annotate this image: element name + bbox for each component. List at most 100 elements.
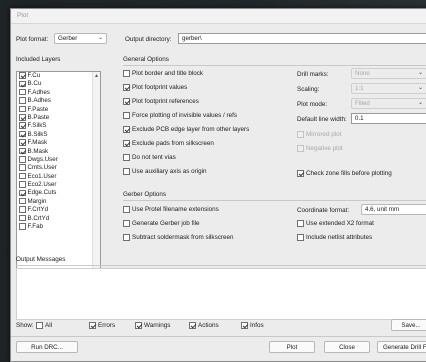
drill-marks-select[interactable]: None ⌄ [351, 68, 426, 79]
opt-protel-ext[interactable]: Use Protel filename extensions [123, 205, 219, 214]
filter-actions[interactable]: Actions [189, 321, 219, 330]
layer-label: Eco1.User [27, 172, 57, 180]
checkbox[interactable] [123, 125, 130, 133]
checkbox[interactable] [297, 169, 304, 177]
checkbox[interactable] [123, 83, 130, 91]
scroll-up-icon[interactable]: ▲ [94, 73, 99, 79]
checkbox[interactable] [123, 233, 130, 241]
opt-aux-axis[interactable]: Use auxiliary axis as origin [123, 167, 207, 176]
opt-gerber-job[interactable]: Generate Gerber job file [123, 219, 200, 228]
layer-checkbox[interactable] [19, 223, 26, 230]
checkbox[interactable] [36, 321, 43, 329]
checkbox[interactable] [123, 205, 130, 213]
layer-checkbox[interactable] [19, 147, 26, 155]
checkbox[interactable] [123, 111, 130, 119]
checkbox[interactable] [297, 130, 304, 138]
layer-item[interactable]: F.CrtYd [17, 206, 100, 214]
coord-format-label: Coordinate format: [297, 207, 350, 214]
layer-item[interactable]: B.Cu [17, 80, 100, 88]
checkbox[interactable] [123, 139, 130, 147]
layer-checkbox[interactable] [19, 122, 26, 129]
layer-checkbox[interactable] [19, 130, 26, 138]
checkbox[interactable] [123, 153, 130, 161]
checkbox[interactable] [135, 321, 142, 329]
layer-checkbox[interactable] [19, 88, 26, 96]
checkbox[interactable] [241, 321, 248, 329]
line-width-input[interactable]: 0.1 [351, 113, 426, 124]
checkbox[interactable] [123, 69, 130, 77]
layer-item[interactable]: B.Mask [17, 148, 100, 156]
opt-footprint-values[interactable]: Plot footprint values [123, 83, 187, 92]
checkbox[interactable] [123, 167, 130, 175]
layer-checkbox[interactable] [19, 181, 26, 188]
filter-infos[interactable]: Infos [241, 321, 264, 330]
layer-checkbox[interactable] [19, 72, 26, 79]
layer-label: F.Fab [27, 223, 43, 231]
output-directory-input[interactable]: gerber\ [178, 33, 426, 44]
opt-exclude-edge[interactable]: Exclude PCB edge layer from other layers [123, 125, 249, 134]
layer-item[interactable]: B.CrtYd [17, 215, 100, 223]
layer-item[interactable]: F.SilkS [17, 122, 100, 130]
line-width-label: Default line width: [297, 116, 347, 123]
layer-item[interactable]: F.Cu [17, 72, 100, 80]
layer-item[interactable]: B.SilkS [17, 131, 100, 139]
output-messages-area[interactable] [16, 268, 426, 320]
layer-checkbox[interactable] [19, 164, 26, 171]
plot-button[interactable]: Plot [269, 341, 315, 353]
layer-checkbox[interactable] [19, 139, 26, 146]
layer-item[interactable]: Eco1.User [17, 173, 100, 181]
opt-negative[interactable]: Negative plot [297, 144, 343, 153]
layer-checkbox[interactable] [19, 80, 26, 87]
checkbox[interactable] [297, 219, 304, 227]
layer-item[interactable]: F.Paste [17, 106, 100, 114]
coord-format-select[interactable]: 4.6, unit mm⌄ [361, 204, 426, 215]
opt-subtract-mask[interactable]: Subtract soldermask from silkscreen [123, 233, 233, 242]
checkbox[interactable] [297, 144, 304, 152]
layer-checkbox[interactable] [19, 156, 26, 163]
layers-listbox[interactable]: F.Cu B.Cu F.Adhes B.Adhes F.Paste B.Paste F.Si… [16, 71, 101, 282]
checkbox[interactable] [89, 321, 96, 329]
layer-item[interactable]: B.Paste [17, 114, 100, 122]
opt-exclude-pads[interactable]: Exclude pads from silkscreen [123, 139, 214, 148]
layer-item[interactable]: F.Mask [17, 139, 100, 147]
checkbox[interactable] [123, 97, 130, 105]
filter-errors[interactable]: Errors [89, 321, 115, 330]
generate-drill-files-button[interactable]: Generate Drill Files... [377, 341, 426, 353]
opt-extended-x2[interactable]: Use extended X2 format [297, 219, 374, 228]
checkbox[interactable] [123, 219, 130, 227]
close-button[interactable]: Close [324, 341, 370, 353]
opt-mirrored[interactable]: Mirrored plot [297, 130, 341, 139]
layer-checkbox[interactable] [19, 206, 26, 213]
layer-checkbox[interactable] [19, 105, 26, 113]
run-drc-button[interactable]: Run DRC... [16, 341, 78, 353]
layer-item[interactable]: Eco2.User [17, 181, 100, 189]
layer-item[interactable]: Margin [17, 198, 100, 206]
opt-do-not-tent[interactable]: Do not tent vias [123, 153, 176, 162]
layer-checkbox[interactable] [19, 114, 26, 121]
filter-all[interactable]: All [36, 321, 52, 330]
opt-force-invisible[interactable]: Force plotting of invisible values / ref… [123, 111, 237, 120]
scaling-select[interactable]: 1:1 ⌄ [351, 83, 426, 94]
filter-warnings[interactable]: Warnings [135, 321, 170, 330]
opt-check-zone-fills[interactable]: Check zone fills before plotting [297, 169, 392, 178]
opt-plot-border[interactable]: Plot border and title block [123, 69, 203, 78]
layer-checkbox[interactable] [19, 189, 26, 197]
layer-item[interactable]: F.Fab [17, 223, 100, 231]
layers-scrollbar[interactable]: ▲ ▼ [92, 72, 100, 281]
layer-checkbox[interactable] [19, 197, 26, 205]
plot-mode-select[interactable]: Filled ⌄ [351, 98, 426, 109]
layer-item[interactable]: B.Adhes [17, 97, 100, 105]
layer-item[interactable]: Cmts.User [17, 164, 100, 172]
checkbox[interactable] [189, 321, 196, 329]
layer-checkbox[interactable] [19, 214, 26, 222]
layer-item[interactable]: Edge.Cuts [17, 189, 100, 197]
layer-checkbox[interactable] [19, 97, 26, 104]
layer-item[interactable]: F.Adhes [17, 89, 100, 97]
checkbox[interactable] [297, 233, 304, 241]
opt-footprint-references[interactable]: Plot footprint references [123, 97, 199, 106]
opt-netlist-attrs[interactable]: Include netlist attributes [297, 233, 372, 242]
plot-format-select[interactable]: Gerber ⌄ [54, 33, 107, 44]
layer-checkbox[interactable] [19, 172, 26, 180]
layer-item[interactable]: Dwgs.User [17, 156, 100, 164]
save-messages-button[interactable]: Save... [391, 319, 426, 331]
